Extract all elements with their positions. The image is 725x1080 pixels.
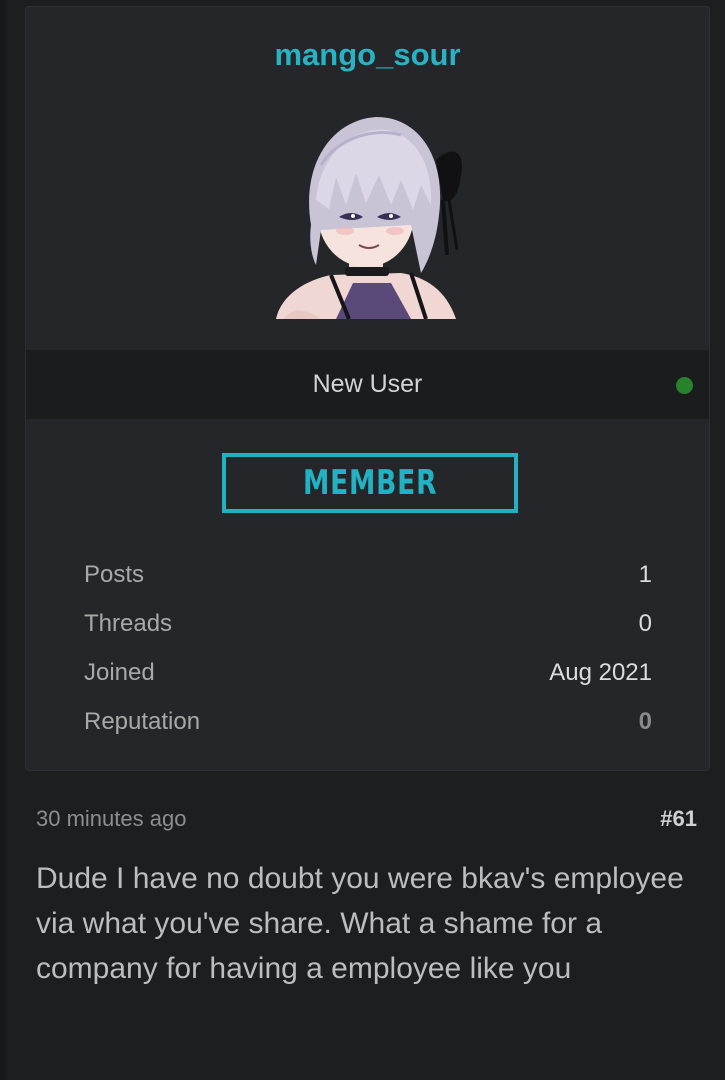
stat-row-threads: Threads 0	[84, 610, 652, 642]
post-number-link[interactable]: #61	[660, 806, 697, 832]
user-profile-card: mango_sour New User MEMBER Posts 1 Threa…	[25, 6, 710, 771]
stat-label: Posts	[84, 561, 145, 588]
stat-value: 1	[638, 561, 652, 588]
stat-row-reputation: Reputation 0	[84, 708, 652, 740]
stat-label: Reputation	[84, 708, 201, 735]
page: mango_sour New User MEMBER Posts 1 Threa…	[0, 0, 725, 1080]
username-link[interactable]: mango_sour	[26, 37, 709, 73]
post-body: Dude I have no doubt you were bkav's emp…	[36, 862, 684, 985]
user-title-band: New User	[26, 350, 709, 419]
stat-value: 0	[638, 610, 652, 637]
user-title: New User	[312, 370, 423, 398]
post-meta: 30 minutes ago #61	[36, 806, 697, 836]
avatar[interactable]	[261, 105, 471, 319]
stat-value: Aug 2021	[549, 659, 652, 686]
stat-label: Threads	[84, 610, 173, 637]
stat-row-joined: Joined Aug 2021	[84, 659, 652, 691]
left-edge	[0, 0, 6, 1080]
post-timestamp[interactable]: 30 minutes ago	[36, 806, 186, 832]
member-badge-label: MEMBER	[302, 463, 438, 503]
stat-value[interactable]: 0	[639, 708, 652, 736]
member-badge: MEMBER	[222, 453, 518, 513]
stat-row-posts: Posts 1	[84, 561, 652, 593]
stat-label: Joined	[84, 659, 155, 686]
online-status-icon	[676, 377, 693, 394]
